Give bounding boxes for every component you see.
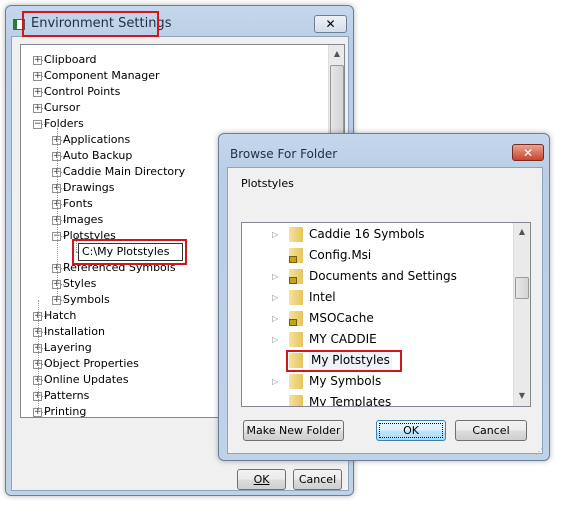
- scrollbar[interactable]: ▲ ▼: [513, 223, 530, 406]
- tree-item-label: Fonts: [63, 197, 93, 210]
- folder-item[interactable]: ▷ My Symbols: [272, 371, 402, 392]
- folder-item[interactable]: ▷ MSOCache: [272, 308, 402, 329]
- folder-icon: [289, 311, 303, 326]
- tree-item-label: Layering: [44, 341, 92, 354]
- cancel-label: Cancel: [298, 473, 337, 486]
- folder-name: Intel: [309, 290, 336, 304]
- folder-item[interactable]: My Templates: [272, 392, 402, 407]
- browse-for-folder-dialog: Browse For Folder ✕ Plotstyles ▲ ▼ ▷ Cadd…: [218, 133, 550, 461]
- scroll-up-icon[interactable]: ▲: [329, 49, 344, 58]
- tree-item-label: Patterns: [44, 389, 90, 402]
- tree-item-label: Applications: [63, 133, 131, 146]
- folder-icon: [289, 374, 303, 389]
- expand-arrow-icon[interactable]: ▷: [272, 329, 278, 350]
- tree-line: [57, 128, 58, 300]
- folder-item[interactable]: ▷ Intel: [272, 287, 402, 308]
- tree-item-label: Styles: [63, 277, 97, 290]
- tree-item-label: Drawings: [63, 181, 115, 194]
- tree-item-label: Installation: [44, 325, 105, 338]
- folder-icon: [289, 269, 303, 284]
- make-new-folder-button[interactable]: Make New Folder: [243, 420, 344, 441]
- tree-item-label: Clipboard: [44, 53, 97, 66]
- close-button[interactable]: ✕: [314, 15, 347, 33]
- tree-item-label: Object Properties: [44, 357, 139, 370]
- folder-item[interactable]: My Plotstyles: [272, 350, 402, 372]
- expand-arrow-icon[interactable]: ▷: [272, 308, 278, 329]
- description-label: Plotstyles: [241, 177, 294, 190]
- folder-icon: [289, 227, 303, 242]
- folder-name: My Symbols: [309, 374, 382, 388]
- folder-icon: [289, 395, 303, 406]
- resize-grip-icon[interactable]: ⋰: [535, 447, 543, 456]
- tree-item-label: Cursor: [44, 101, 81, 114]
- lock-icon: [289, 277, 297, 284]
- folder-name: Caddie 16 Symbols: [309, 227, 425, 241]
- path-highlight: [72, 239, 187, 265]
- tree-item-label: Auto Backup: [63, 149, 133, 162]
- tree-item-label: Control Points: [44, 85, 121, 98]
- expand-icon[interactable]: +: [33, 56, 42, 65]
- tree-item-label: Printing: [44, 405, 87, 418]
- tree-item-label: Images: [63, 213, 104, 226]
- expand-icon[interactable]: +: [33, 104, 42, 113]
- folder-icon: [289, 248, 303, 263]
- expand-arrow-icon[interactable]: ▷: [272, 287, 278, 308]
- tree-item-label: Online Updates: [44, 373, 129, 386]
- tree-item-label: Component Manager: [44, 69, 160, 82]
- cancel-button[interactable]: Cancel: [293, 469, 342, 490]
- folder-name: My Templates: [309, 395, 392, 407]
- expand-arrow-icon[interactable]: ▷: [272, 266, 278, 287]
- collapse-icon[interactable]: −: [33, 120, 42, 129]
- expand-arrow-icon[interactable]: ▷: [272, 371, 278, 392]
- tree-line: [38, 300, 39, 412]
- cancel-button[interactable]: Cancel: [455, 420, 527, 441]
- folder-item[interactable]: ▷ Documents and Settings: [272, 266, 457, 287]
- expand-icon[interactable]: +: [33, 88, 42, 97]
- lock-icon: [289, 256, 297, 263]
- lock-icon: [289, 319, 297, 326]
- folder-icon: [289, 290, 303, 305]
- folder-name: MY CADDIE: [309, 332, 377, 346]
- selection-highlight: [286, 350, 402, 372]
- expand-arrow-icon[interactable]: ▷: [272, 224, 278, 245]
- ok-label: OK: [253, 473, 270, 486]
- scroll-down-icon[interactable]: ▼: [514, 391, 530, 400]
- tree-item-label: Caddie Main Directory: [63, 165, 186, 178]
- expand-icon[interactable]: +: [33, 72, 42, 81]
- ok-button[interactable]: OK: [237, 469, 286, 490]
- tree-item-label: Symbols: [63, 293, 110, 306]
- ok-button[interactable]: OK: [376, 420, 446, 441]
- folder-name: Documents and Settings: [309, 269, 457, 283]
- title-highlight: [22, 11, 159, 37]
- folder-name: Config.Msi: [309, 248, 372, 262]
- tree-item-label: Hatch: [44, 309, 77, 322]
- scroll-up-icon[interactable]: ▲: [514, 227, 530, 236]
- scroll-thumb[interactable]: [515, 277, 529, 299]
- folder-icon: [289, 332, 303, 347]
- folder-name: MSOCache: [309, 311, 374, 325]
- folder-item[interactable]: Config.Msi: [272, 245, 402, 266]
- dialog-title: Browse For Folder: [230, 147, 338, 161]
- folder-item[interactable]: ▷ Caddie 16 Symbols: [272, 224, 425, 245]
- folder-item[interactable]: ▷ MY CADDIE: [272, 329, 402, 350]
- close-button[interactable]: ✕: [512, 144, 544, 161]
- folder-tree[interactable]: ▲ ▼ ▷ Caddie 16 Symbols Config.Msi ▷ Documen…: [241, 222, 531, 407]
- tree-item-label: Folders: [44, 117, 84, 130]
